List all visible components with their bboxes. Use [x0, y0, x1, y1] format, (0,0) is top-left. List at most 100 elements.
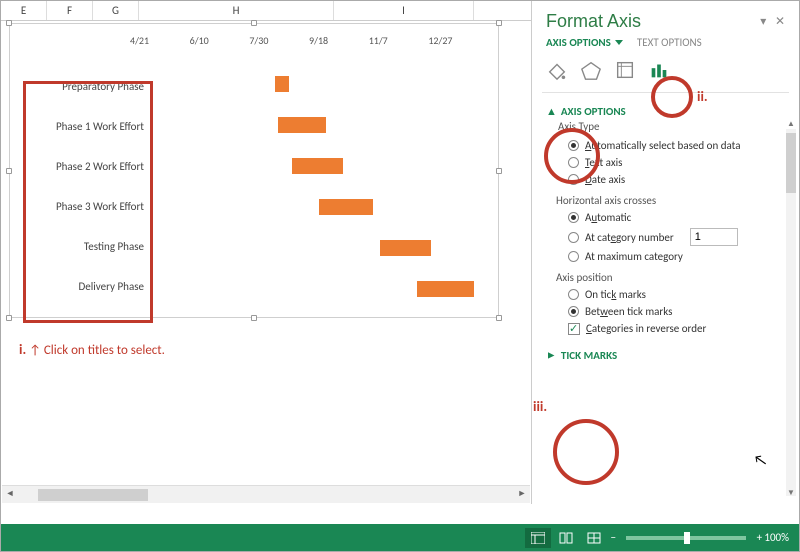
col-header-g[interactable]: G [93, 1, 139, 20]
scroll-up-icon[interactable]: ▲ [786, 119, 796, 129]
zoom-slider-thumb[interactable] [684, 532, 690, 544]
col-header-e[interactable]: E [1, 1, 47, 20]
tab-axis-options-label: AXIS OPTIONS [546, 36, 611, 49]
collapse-icon: ▲ [546, 105, 557, 118]
bars-layer [150, 64, 488, 307]
radio-axis-pos-between[interactable]: Between tick marks [568, 305, 791, 318]
radio-label: At maximum category [585, 250, 683, 263]
category-label: Phase 1 Work Effort [22, 106, 150, 146]
axis-position-label: Axis position [556, 271, 791, 284]
gantt-bar[interactable] [275, 76, 289, 92]
chart-resize-handle[interactable] [6, 315, 12, 321]
close-icon[interactable]: ✕ [775, 15, 785, 29]
radio-icon [568, 232, 579, 243]
checkbox-reverse-order[interactable]: Categories in reverse order [568, 322, 791, 335]
pane-vertical-scrollbar[interactable]: ▲ ▼ [786, 129, 796, 496]
size-properties-icon[interactable] [614, 59, 636, 84]
x-tick: 9/18 [309, 34, 369, 48]
radio-icon [568, 251, 579, 262]
fill-line-icon[interactable] [546, 59, 568, 84]
chart-object[interactable]: 4/21 6/10 7/30 9/18 11/7 12/27 Preparato… [9, 23, 499, 318]
col-header-i[interactable]: I [334, 1, 474, 20]
radio-label: At category number [585, 231, 674, 244]
zoom-in-button[interactable]: + [754, 531, 764, 544]
zoom-percentage[interactable]: 100% [764, 531, 789, 544]
group-axis-options-label: AXIS OPTIONS [561, 105, 626, 118]
radio-hcrosses-max[interactable]: At maximum category [568, 250, 791, 263]
view-normal-icon[interactable] [525, 528, 551, 548]
category-number-field[interactable] [690, 228, 738, 246]
radio-axis-pos-on[interactable]: On tick marks [568, 288, 791, 301]
pane-body: ▲ AXIS OPTIONS Axis Type Automatically s… [532, 93, 799, 504]
radio-label: Text axis [585, 156, 622, 169]
x-tick: 6/10 [190, 34, 250, 48]
radio-label: On tick marks [585, 288, 646, 301]
category-label: Testing Phase [22, 227, 150, 267]
plot-area[interactable]: 4/21 6/10 7/30 9/18 11/7 12/27 [150, 34, 488, 307]
x-tick: 7/30 [249, 34, 309, 48]
category-label: Preparatory Phase [22, 66, 150, 106]
scroll-right-icon[interactable]: ► [514, 487, 530, 503]
format-axis-pane: Format Axis ▾ ✕ AXIS OPTIONS TEXT OPTION… [531, 1, 799, 504]
chart-resize-handle[interactable] [496, 168, 502, 174]
horizontal-scrollbar[interactable]: ◄ ► [2, 485, 530, 503]
radio-label: Date axis [585, 173, 625, 186]
scroll-track[interactable] [18, 488, 514, 502]
scroll-left-icon[interactable]: ◄ [2, 487, 18, 503]
format-category-icons [532, 55, 799, 92]
radio-hcrosses-auto[interactable]: Automatic [568, 211, 791, 224]
effects-icon[interactable] [580, 59, 602, 84]
radio-label: Automatically select based on data [585, 139, 740, 152]
gantt-bar[interactable] [417, 281, 474, 297]
tab-axis-options[interactable]: AXIS OPTIONS [546, 36, 623, 49]
x-tick: 12/27 [428, 34, 488, 48]
pane-title: Format Axis [546, 11, 641, 32]
worksheet-area: E F G H I 4/21 6/10 7/30 9/18 11/7 12/27 [1, 1, 531, 504]
radio-axis-type-auto[interactable]: Automatically select based on data [568, 139, 791, 152]
radio-axis-type-date[interactable]: Date axis [568, 173, 791, 186]
chart-resize-handle[interactable] [6, 168, 12, 174]
gantt-bar[interactable] [380, 240, 431, 256]
view-page-layout-icon[interactable] [553, 528, 579, 548]
chart-resize-handle[interactable] [496, 315, 502, 321]
chart-resize-handle[interactable] [251, 20, 257, 26]
radio-hcrosses-catnum[interactable]: At category number [568, 228, 791, 246]
radio-label: Automatic [585, 211, 631, 224]
col-header-h[interactable]: H [139, 1, 334, 20]
h-crosses-label: Horizontal axis crosses [556, 194, 791, 207]
category-axis-labels[interactable]: Preparatory Phase Phase 1 Work Effort Ph… [22, 66, 150, 307]
chart-resize-handle[interactable] [6, 20, 12, 26]
category-label: Phase 2 Work Effort [22, 146, 150, 186]
radio-icon [568, 212, 579, 223]
chart-resize-handle[interactable] [496, 20, 502, 26]
axis-options-icon[interactable] [648, 59, 670, 84]
gantt-bar[interactable] [278, 117, 325, 133]
pane-tabs: AXIS OPTIONS TEXT OPTIONS [532, 36, 799, 55]
column-headers[interactable]: E F G H I [1, 1, 531, 21]
scroll-down-icon[interactable]: ▼ [786, 488, 796, 498]
radio-icon [568, 289, 579, 300]
tab-text-options[interactable]: TEXT OPTIONS [637, 36, 702, 49]
group-tick-marks-label: TICK MARKS [561, 349, 617, 362]
expand-icon: ▲ [545, 350, 558, 361]
view-page-break-icon[interactable] [581, 528, 607, 548]
zoom-slider[interactable] [626, 536, 746, 540]
gantt-bar[interactable] [292, 158, 343, 174]
pane-options-icon[interactable]: ▾ [760, 15, 766, 29]
category-label: Delivery Phase [22, 267, 150, 307]
group-axis-options-header[interactable]: ▲ AXIS OPTIONS [546, 105, 626, 118]
category-label: Phase 3 Work Effort [22, 187, 150, 227]
scroll-thumb[interactable] [38, 489, 148, 501]
checkbox-icon [568, 323, 580, 335]
radio-icon [568, 157, 579, 168]
col-header-f[interactable]: F [47, 1, 93, 20]
gantt-bar[interactable] [319, 199, 373, 215]
annotation-i: i. ↑ Click on titles to select. [19, 341, 165, 358]
zoom-out-button[interactable]: − [608, 531, 618, 544]
x-tick: 11/7 [369, 34, 429, 48]
group-tick-marks-header[interactable]: ▲ TICK MARKS [546, 349, 617, 362]
radio-axis-type-text[interactable]: Text axis [568, 156, 791, 169]
x-axis-labels[interactable]: 4/21 6/10 7/30 9/18 11/7 12/27 [130, 34, 488, 48]
chart-resize-handle[interactable] [251, 315, 257, 321]
scroll-thumb[interactable] [786, 133, 796, 193]
